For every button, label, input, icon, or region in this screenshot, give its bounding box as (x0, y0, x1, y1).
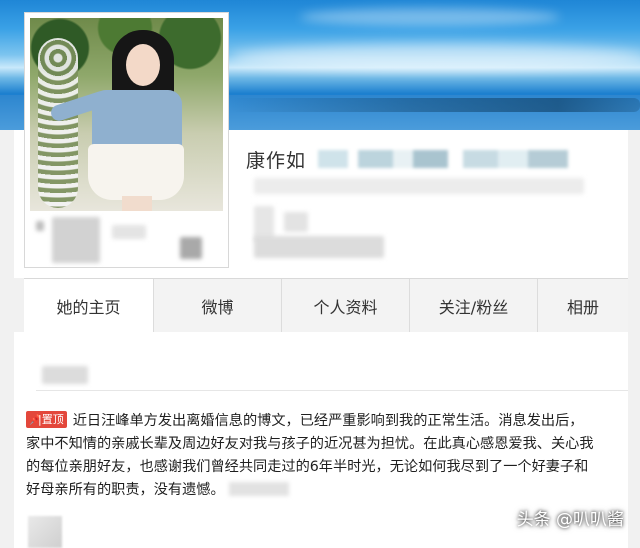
redacted-text (229, 482, 290, 496)
tab-following-followers[interactable]: 关注/粉丝 (410, 279, 538, 332)
redacted-profile-line (254, 178, 584, 194)
post-thumbnail[interactable] (28, 516, 62, 548)
profile-name-area: 康作如 (246, 146, 306, 173)
post-text-line: 近日汪峰单方发出离婚信息的博文，已经严重影响到我的正常生活。消息发出后， (72, 413, 584, 429)
pin-badge: 📌|置顶 (26, 411, 67, 428)
post-text-line: 好母亲所有的职责，没有遗憾。 (26, 482, 225, 498)
pin-badge-label: 置顶 (41, 413, 64, 426)
profile-tabs: 她的主页 微博 个人资料 关注/粉丝 相册 (24, 278, 628, 333)
redacted-profile-line (254, 236, 384, 258)
redacted-text (112, 225, 146, 239)
pinned-post[interactable]: 📌|置顶 近日汪峰单方发出离婚信息的博文，已经严重影响到我的正常生活。消息发出后，… (26, 410, 628, 502)
banner-cloud (300, 8, 560, 26)
banner-cloud (230, 44, 640, 70)
photo-skirt (88, 144, 184, 200)
photo-face (126, 44, 160, 86)
tab-album[interactable]: 相册 (538, 279, 628, 332)
photo-leg (122, 196, 152, 211)
post-text-line: 的每位亲朋好友，也感谢我们曾经共同走过的6年半时光，无论如何我尽到了一个好妻子和 (26, 459, 589, 475)
avatar[interactable] (24, 12, 229, 268)
tab-weibo[interactable]: 微博 (154, 279, 282, 332)
tab-home[interactable]: 她的主页 (24, 279, 154, 333)
photo-flowers (38, 38, 78, 208)
avatar-caption-area (30, 211, 223, 267)
content-divider (36, 390, 628, 391)
profile-name[interactable]: 康作如 (246, 150, 306, 172)
avatar-photo (30, 18, 223, 211)
tab-profile-info[interactable]: 个人资料 (282, 279, 410, 332)
banner-islands (230, 98, 640, 112)
post-text-line: 家中不知情的亲戚长辈及周边好友对我与孩子的近况甚为担忧。在此真心感恩爱我、关心我 (26, 436, 594, 452)
watermark: 头条 @叭叭酱 (516, 510, 624, 530)
post-line: 好母亲所有的职责，没有遗憾。 (26, 479, 628, 502)
redacted-text (36, 221, 44, 231)
pin-icon: 📌 (29, 415, 42, 426)
redacted-name-info (318, 150, 568, 168)
redacted-heading (42, 366, 88, 384)
redacted-text (52, 217, 100, 263)
photo-shirt (92, 90, 182, 150)
redacted-text (180, 237, 202, 259)
redacted-profile-line (284, 212, 308, 232)
post-line: 📌|置顶 近日汪峰单方发出离婚信息的博文，已经严重影响到我的正常生活。消息发出后， (26, 410, 628, 433)
